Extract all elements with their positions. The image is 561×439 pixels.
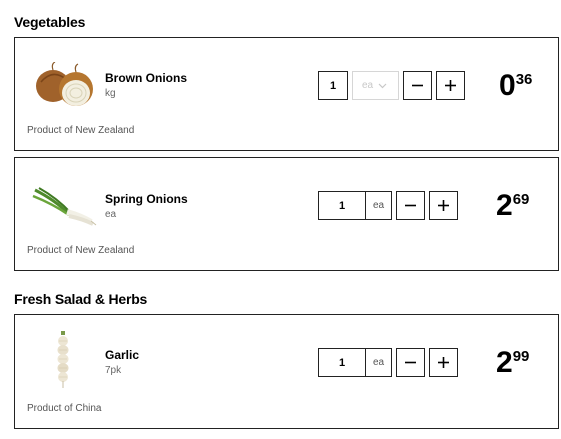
unit-select[interactable]: ea	[365, 191, 392, 220]
product-card-garlic: Garlic 7pk Product of China 1 ea 299	[14, 314, 559, 429]
price-cents: 69	[512, 191, 530, 208]
product-unit: ea	[105, 209, 117, 220]
decrease-quantity-button[interactable]	[396, 348, 425, 377]
product-price: 269	[496, 191, 529, 221]
product-card-spring-onions: Spring Onions ea Product of New Zealand …	[14, 157, 559, 271]
price-dollars: 2	[496, 189, 513, 222]
brown-onion-image	[36, 62, 93, 106]
quantity-input[interactable]: 1	[318, 191, 366, 220]
product-price: 036	[499, 71, 532, 101]
unit-select-value: ea	[362, 80, 374, 91]
garlic-image	[57, 331, 69, 388]
unit-select[interactable]: ea	[352, 71, 399, 100]
price-dollars: 0	[499, 69, 516, 102]
product-card-brown-onions: Brown Onions kg Product of New Zealand 1…	[14, 37, 559, 151]
product-price: 299	[496, 348, 529, 378]
spring-onion-image	[32, 187, 97, 226]
quantity-input[interactable]: 1	[318, 348, 366, 377]
chevron-down-icon	[378, 83, 387, 88]
plus-icon	[438, 357, 449, 368]
decrease-quantity-button[interactable]	[396, 191, 425, 220]
product-origin: Product of China	[27, 403, 102, 414]
section-title-fresh-salad-herbs: Fresh Salad & Herbs	[14, 291, 148, 307]
increase-quantity-button[interactable]	[429, 348, 458, 377]
minus-icon	[405, 361, 416, 364]
unit-select[interactable]: ea	[365, 348, 392, 377]
minus-icon	[412, 84, 423, 87]
product-origin: Product of New Zealand	[27, 245, 135, 256]
minus-icon	[405, 204, 416, 207]
product-unit: kg	[105, 88, 116, 99]
product-origin: Product of New Zealand	[27, 125, 135, 136]
decrease-quantity-button[interactable]	[403, 71, 432, 100]
product-name[interactable]: Garlic	[105, 348, 139, 362]
price-cents: 36	[515, 71, 533, 88]
product-name[interactable]: Brown Onions	[105, 71, 187, 85]
section-title-vegetables: Vegetables	[14, 14, 86, 30]
price-cents: 99	[512, 348, 530, 365]
plus-icon	[445, 80, 456, 91]
increase-quantity-button[interactable]	[429, 191, 458, 220]
product-unit: 7pk	[105, 365, 122, 376]
increase-quantity-button[interactable]	[436, 71, 465, 100]
quantity-input[interactable]: 1	[318, 71, 348, 100]
product-name[interactable]: Spring Onions	[105, 192, 188, 206]
price-dollars: 2	[496, 346, 513, 379]
plus-icon	[438, 200, 449, 211]
